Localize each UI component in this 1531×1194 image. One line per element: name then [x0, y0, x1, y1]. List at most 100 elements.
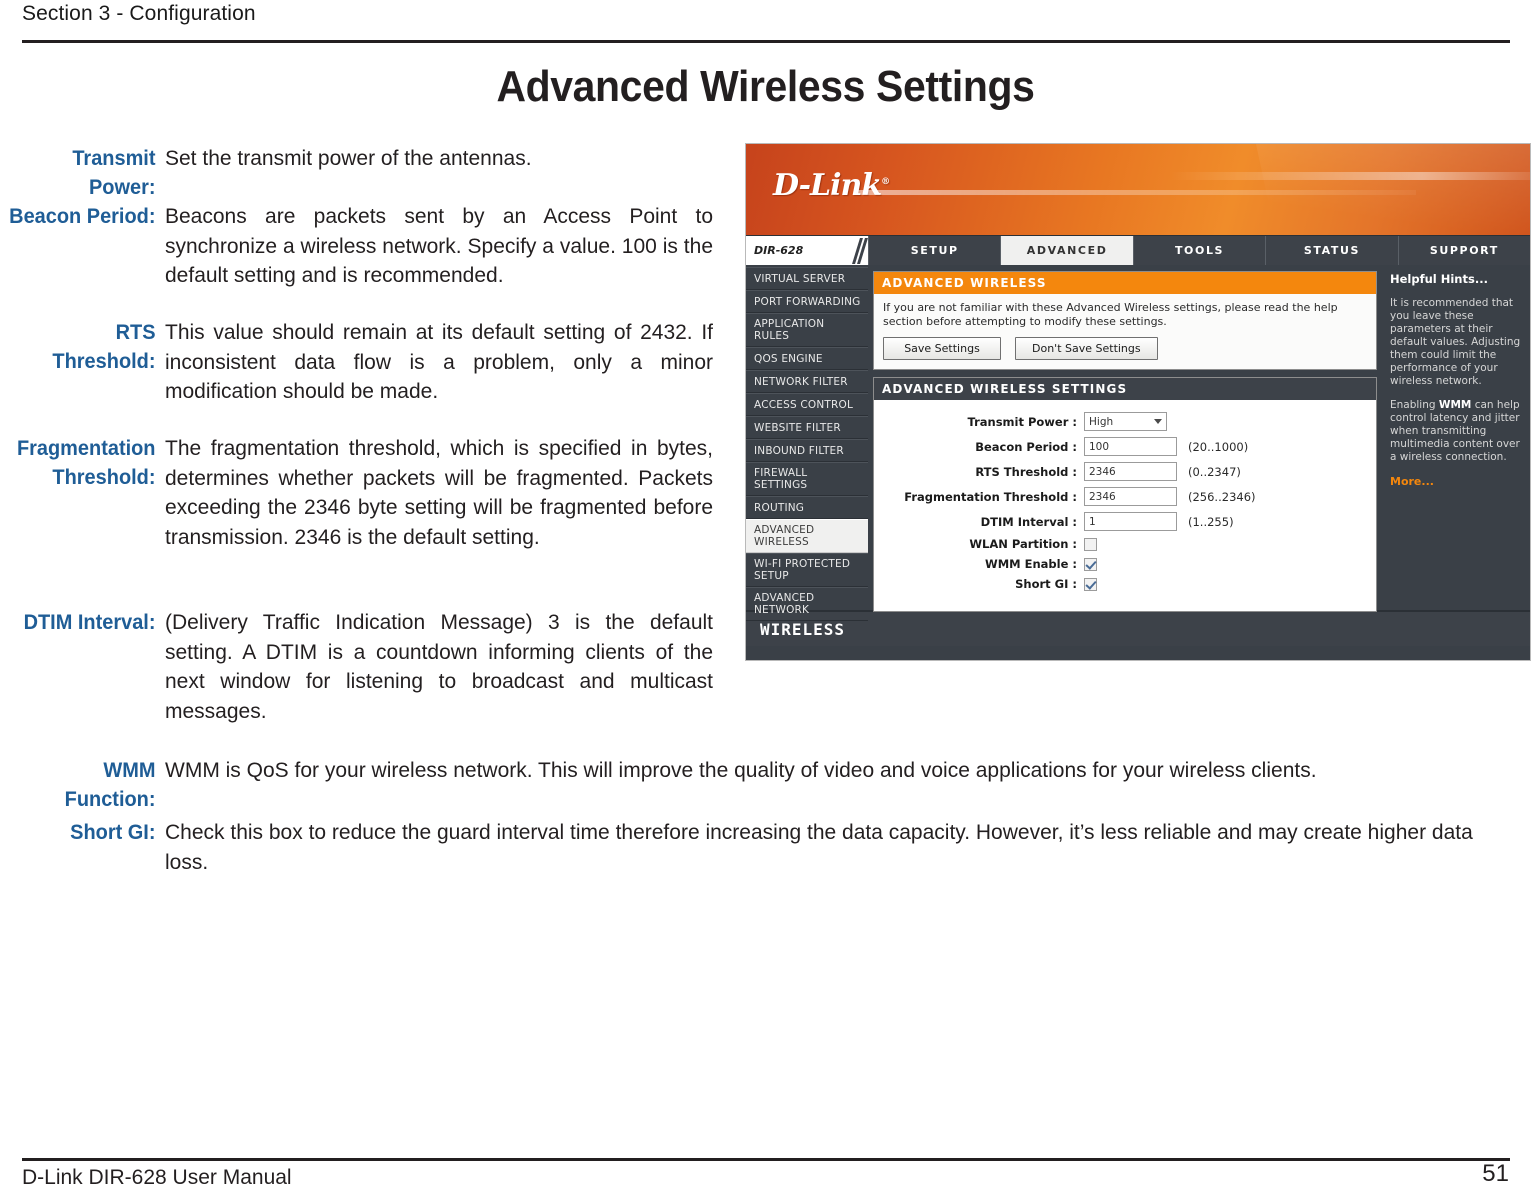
advanced-wireless-settings-panel: ADVANCED WIRELESS SETTINGS Transmit Powe… [873, 377, 1377, 612]
fragmentation-threshold-range-hint: (256..2346) [1188, 489, 1256, 504]
dlink-logo-text: D-Link [773, 168, 882, 203]
page-title: Advanced Wireless Settings [496, 62, 1035, 111]
field-row-short-gi: Short GI : [884, 577, 1366, 591]
sidebar-item-advanced-network[interactable]: ADVANCED NETWORK [746, 587, 868, 621]
ui-body: VIRTUAL SERVER PORT FORWARDING APPLICATI… [746, 265, 1530, 621]
description-label: Beacon Period: [9, 205, 156, 228]
field-label: WMM Enable : [985, 557, 1077, 571]
sidebar-menu: VIRTUAL SERVER PORT FORWARDING APPLICATI… [746, 265, 868, 621]
sidebar-item-access-control[interactable]: ACCESS CONTROL [746, 393, 868, 416]
fragmentation-threshold-input[interactable]: 2346 [1084, 487, 1177, 506]
nav-tab-tools[interactable]: TOOLS [1132, 236, 1266, 265]
description-label: WMM Function: [64, 759, 156, 811]
description-body: Set the transmit power of the antennas. [165, 147, 532, 170]
main-navigation-bar: DIR-628 SETUP ADVANCED TOOLS STATUS SUPP… [746, 235, 1530, 265]
field-label: Short GI : [1015, 577, 1077, 591]
description-row-short-gi: Short GI: Check this box to reduce the g… [0, 818, 1510, 877]
footer-page-number: 51 [1482, 1160, 1509, 1187]
main-content: ADVANCED WIRELESS If you are not familia… [868, 265, 1382, 612]
field-row-transmit-power: Transmit Power : High [884, 412, 1366, 431]
sidebar-item-firewall-settings[interactable]: FIREWALL SETTINGS [746, 462, 868, 496]
sidebar-item-application-rules[interactable]: APPLICATION RULES [746, 313, 868, 347]
advanced-wireless-info-panel: ADVANCED WIRELESS If you are not familia… [873, 271, 1377, 370]
transmit-power-select[interactable]: High [1084, 412, 1167, 431]
brand-banner: D-Link® [746, 144, 1530, 235]
field-row-wmm-enable: WMM Enable : [884, 557, 1366, 571]
field-label: WLAN Partition : [969, 537, 1077, 551]
beacon-period-range-hint: (20..1000) [1188, 439, 1249, 454]
description-body: WMM is QoS for your wireless network. Th… [165, 759, 1317, 782]
info-panel-title: ADVANCED WIRELESS [874, 272, 1376, 294]
nav-tab-status[interactable]: STATUS [1265, 236, 1398, 265]
short-gi-checkbox[interactable] [1084, 577, 1097, 591]
beacon-period-input[interactable]: 100 [1084, 437, 1177, 456]
description-label: Transmit Power: [72, 147, 156, 199]
field-control [1084, 577, 1097, 591]
registered-mark-icon: ® [881, 177, 890, 187]
model-badge: DIR-628 [746, 236, 868, 265]
dlink-logo: D-Link® [773, 168, 890, 203]
wlan-partition-checkbox[interactable] [1084, 537, 1097, 551]
field-row-rts-threshold: RTS Threshold : 2346 (0..2347) [884, 462, 1366, 481]
description-row-wmm-function: WMM Function: WMM is QoS for your wirele… [0, 756, 1510, 814]
field-label: DTIM Interval : [980, 514, 1077, 529]
wmm-enable-checkbox[interactable] [1084, 557, 1097, 571]
helpful-hints-title: Helpful Hints... [1390, 272, 1488, 286]
hints-p2-bold: WMM [1438, 399, 1472, 411]
nav-tab-support[interactable]: SUPPORT [1397, 236, 1530, 265]
info-panel-description: If you are not familiar with these Advan… [883, 301, 1338, 328]
description-label: DTIM Interval: [23, 611, 156, 634]
dtim-interval-input[interactable]: 1 [1084, 512, 1177, 531]
field-row-dtim-interval: DTIM Interval : 1 (1..255) [884, 512, 1366, 531]
section-breadcrumb: Section 3 - Configuration [22, 2, 256, 25]
nav-tab-advanced[interactable]: ADVANCED [1000, 236, 1133, 265]
field-label: Beacon Period : [975, 439, 1077, 454]
rts-threshold-input[interactable]: 2346 [1084, 462, 1177, 481]
description-body: This value should remain at its default … [165, 321, 713, 403]
nav-tab-setup[interactable]: SETUP [868, 236, 1001, 265]
sidebar-item-advanced-wireless[interactable]: ADVANCED WIRELESS [746, 519, 868, 553]
field-control [1084, 537, 1097, 551]
field-control: 100 (20..1000) [1084, 437, 1248, 456]
rts-threshold-range-hint: (0..2347) [1188, 464, 1241, 479]
footer-divider [22, 1158, 1510, 1161]
helpful-hints-more-link[interactable]: More... [1390, 475, 1522, 488]
footer-manual-title: D-Link DIR-628 User Manual [22, 1166, 292, 1189]
dont-save-settings-button[interactable]: Don't Save Settings [1015, 337, 1158, 360]
field-control: 2346 (256..2346) [1084, 487, 1256, 506]
sidebar-item-inbound-filter[interactable]: INBOUND FILTER [746, 439, 868, 462]
banner-streak-decoration [856, 190, 1416, 195]
description-label: Short GI: [70, 821, 156, 844]
field-label: RTS Threshold : [975, 464, 1077, 479]
model-label: DIR-628 [754, 244, 804, 257]
transmit-power-value: High [1089, 415, 1114, 428]
sidebar-item-routing[interactable]: ROUTING [746, 496, 868, 519]
sidebar-item-wifi-protected-setup[interactable]: WI-FI PROTECTED SETUP [746, 553, 868, 587]
sidebar-item-virtual-server[interactable]: VIRTUAL SERVER [746, 267, 868, 290]
header-divider [22, 40, 1510, 43]
slash-decoration-icon [852, 236, 868, 265]
sidebar-item-website-filter[interactable]: WEBSITE FILTER [746, 416, 868, 439]
ui-footer-label: WIRELESS [760, 619, 846, 639]
field-label: Transmit Power : [967, 414, 1078, 429]
description-body: Beacons are packets sent by an Access Po… [165, 205, 713, 287]
helpful-hints-panel: Helpful Hints... It is recommended that … [1382, 265, 1530, 610]
description-body: Check this box to reduce the guard inter… [165, 821, 1473, 874]
description-row-fragmentation-threshold: Fragmentation Threshold: The fragmentati… [0, 434, 713, 552]
field-control [1084, 557, 1097, 571]
description-row-beacon-period: Beacon Period: Beacons are packets sent … [0, 202, 713, 291]
field-control: High [1084, 412, 1167, 431]
sidebar-item-network-filter[interactable]: NETWORK FILTER [746, 370, 868, 393]
chevron-down-icon [1154, 419, 1162, 424]
field-row-fragmentation-threshold: Fragmentation Threshold : 2346 (256..234… [884, 487, 1366, 506]
description-row-dtim-interval: DTIM Interval: (Delivery Traffic Indicat… [0, 608, 713, 726]
settings-panel-title: ADVANCED WIRELESS SETTINGS [874, 378, 1376, 400]
action-button-row: Save Settings Don't Save Settings [883, 337, 1367, 360]
field-row-wlan-partition: WLAN Partition : [884, 537, 1366, 551]
helpful-hints-paragraph-2: Enabling WMM can help control latency an… [1390, 399, 1522, 464]
save-settings-button[interactable]: Save Settings [883, 337, 1001, 360]
sidebar-item-port-forwarding[interactable]: PORT FORWARDING [746, 290, 868, 313]
field-control: 2346 (0..2347) [1084, 462, 1241, 481]
sidebar-item-qos-engine[interactable]: QOS ENGINE [746, 347, 868, 370]
page-header: Section 3 - Configuration [0, 0, 1531, 46]
